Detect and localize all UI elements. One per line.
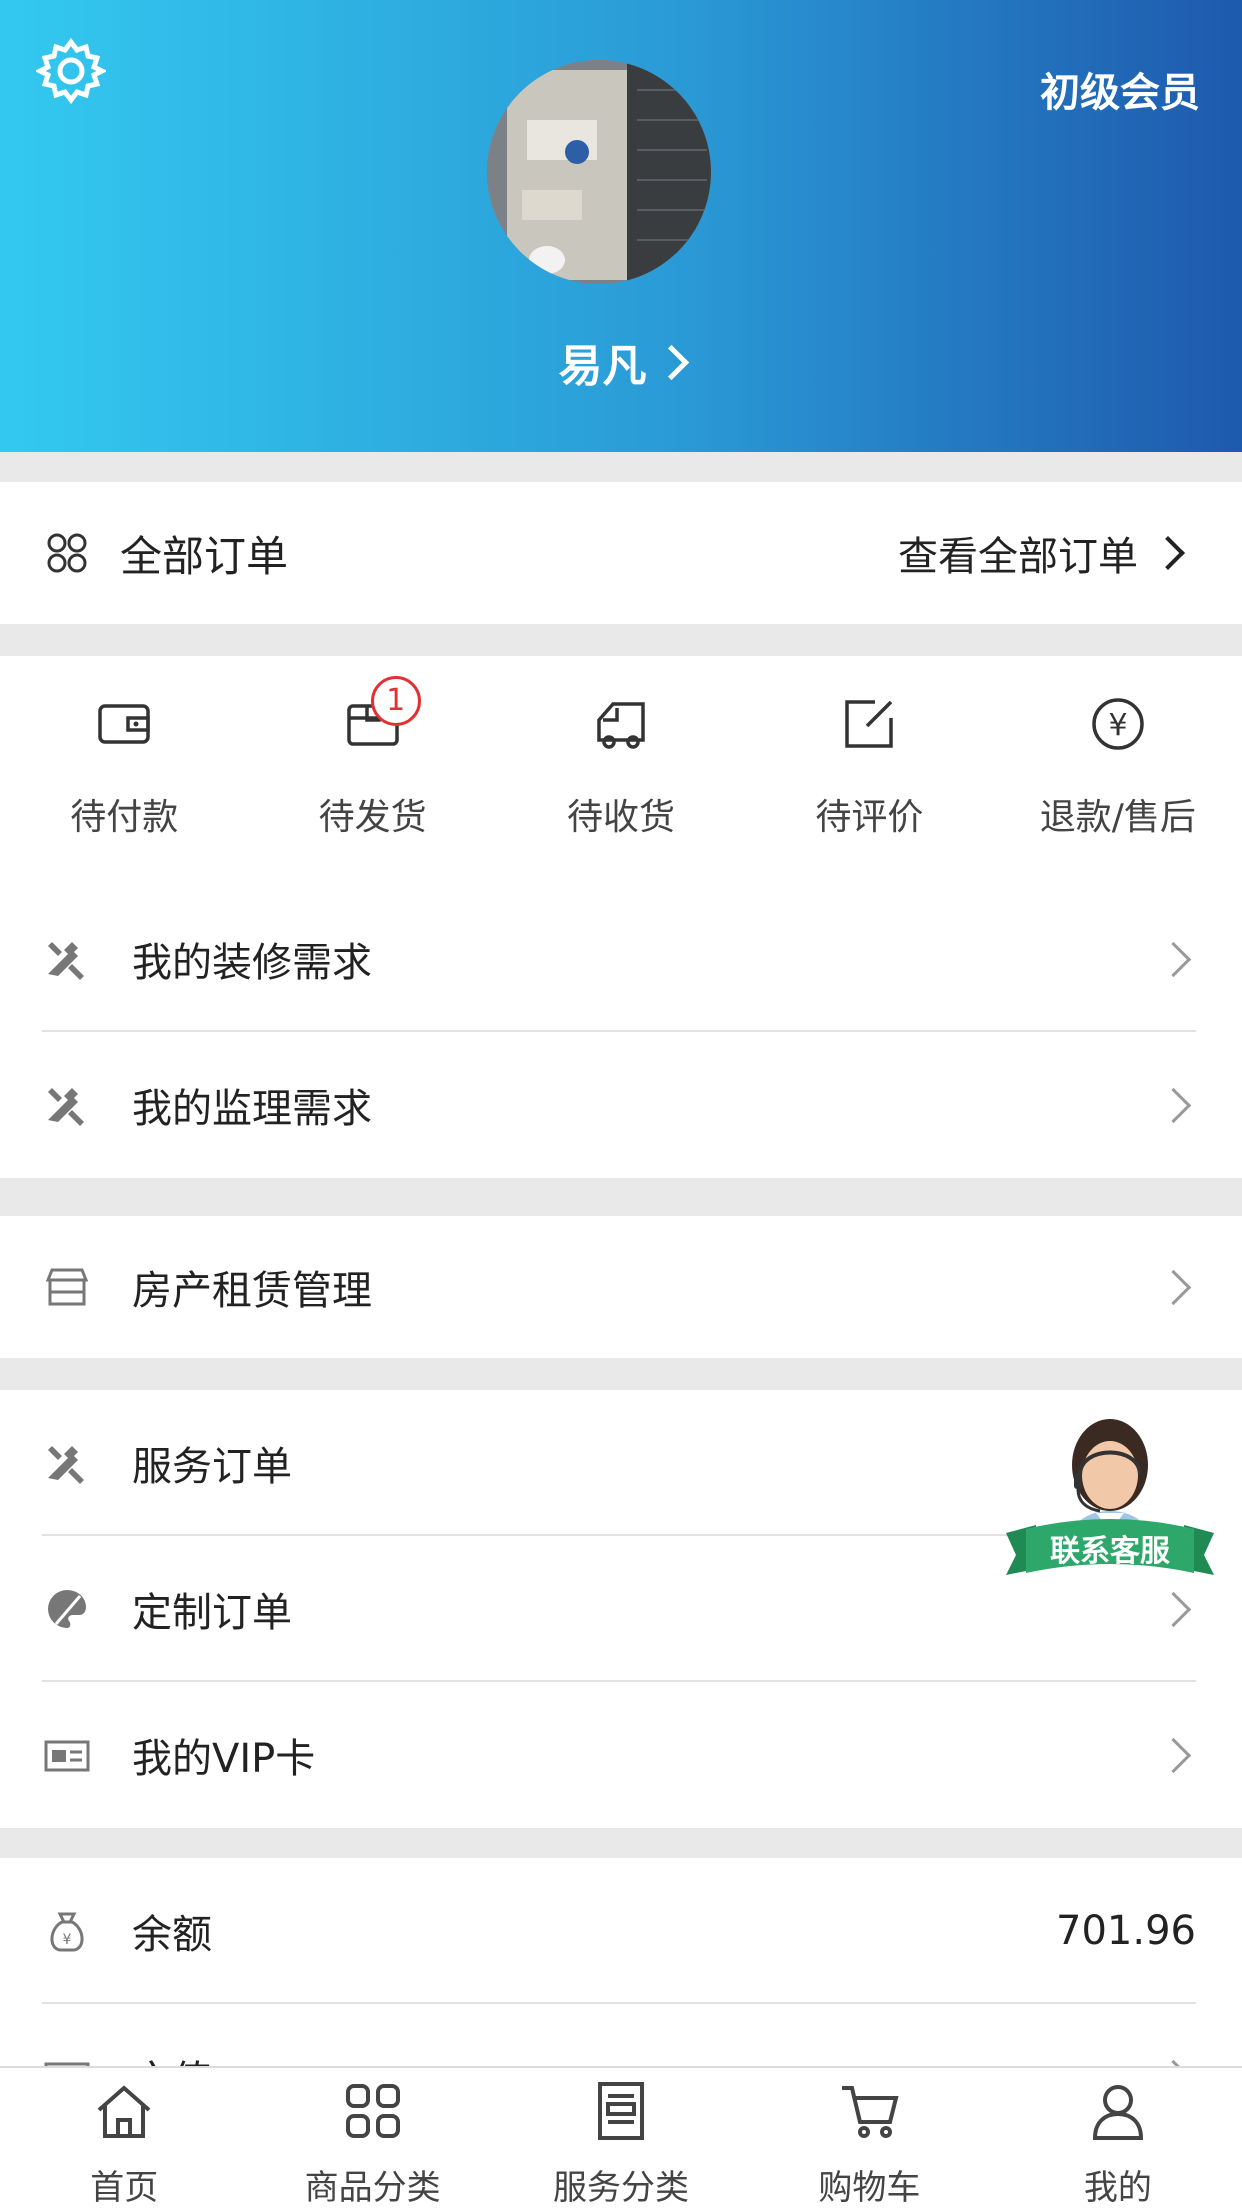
menu-item-label: 定制订单 [132,1590,292,1636]
menu-item-supervision-demand[interactable]: 我的监理需求 [0,1032,1242,1178]
chevron-right-icon [1151,536,1185,570]
user-icon [1092,2085,1143,2140]
menu-item-label: 服务订单 [132,1444,292,1490]
tools-icon [48,1446,84,1484]
tab-product-categories[interactable]: 商品分类 [248,2068,496,2210]
yen-icon: ¥ [1092,698,1144,750]
edit-icon [845,700,894,748]
status-pending-payment[interactable]: 待付款 [0,656,248,886]
menu-item-label: 充值 [132,2048,212,2068]
member-level-label[interactable]: 初级会员 [1040,60,1200,118]
menu-item-label: 房产租赁管理 [132,1268,372,1314]
tools-icon [48,1088,84,1126]
document-icon [598,2082,645,2140]
balance-value: 701.96 [1056,1908,1196,1954]
status-refund-aftersales[interactable]: ¥ 退款/售后 [994,656,1242,886]
tab-cart[interactable]: 购物车 [745,2068,993,2210]
tab-mine[interactable]: 我的 [994,2068,1242,2210]
order-status-row: 待付款 1 待发货 待收货 待评价 ¥ 退款/售后 [0,656,1242,886]
chevron-right-icon [653,344,689,381]
status-label: 待评价 [815,797,924,838]
status-label: 待发货 [318,797,427,838]
username-link[interactable]: 易凡 [0,330,1242,394]
truck-icon [597,702,645,749]
svg-text:¥: ¥ [63,1932,72,1948]
all-orders-title: 全部订单 [120,531,289,581]
customer-service-float-button[interactable]: 联系客服 [1000,1405,1220,1605]
wallet-panel: ¥ 余额 701.96 充值 [0,1858,1242,2068]
tab-label: 服务分类 [553,2168,690,2208]
customer-service-label: 联系客服 [1050,1534,1171,1569]
tab-label: 我的 [1083,2168,1152,2208]
bottom-tab-bar: 首页 商品分类 服务分类 购物车 我的 [0,2066,1242,2210]
orders-grid-icon [47,533,87,573]
tab-home[interactable]: 首页 [0,2068,248,2210]
tab-label: 首页 [90,2168,159,2208]
all-orders-row[interactable]: 全部订单 查看全部订单 [0,482,1242,624]
status-pending-shipment[interactable]: 1 待发货 [248,656,496,886]
menu-item-label: 我的装修需求 [132,940,372,986]
balance-row[interactable]: ¥ 余额 701.96 [0,1858,1242,2004]
cart-icon [842,2086,899,2138]
tab-label: 商品分类 [304,2168,441,2208]
storefront-icon [45,1268,89,1306]
menu-item-renovation-demand[interactable]: 我的装修需求 [0,886,1242,1032]
all-orders-panel: 全部订单 查看全部订单 [0,482,1242,624]
avatar-image [487,60,711,284]
order-status-panel: 待付款 1 待发货 待收货 待评价 ¥ 退款/售后 我的装修需求 我的监理需求 [0,656,1242,1178]
chevron-right-icon [1155,941,1192,977]
status-label: 待付款 [70,797,179,838]
notification-badge: 1 [370,676,421,726]
menu-item-label: 我的监理需求 [132,1086,372,1132]
menu-item-label: 我的VIP卡 [132,1736,316,1782]
grid-icon [345,2084,400,2138]
status-label: 待收货 [567,797,676,838]
tab-label: 购物车 [818,2168,921,2208]
avatar[interactable] [487,60,711,284]
card-icon [44,1740,90,1772]
chevron-right-icon [1155,1087,1192,1123]
tools-icon [48,942,84,980]
wallet-icon [98,704,150,744]
status-pending-receipt[interactable]: 待收货 [497,656,745,886]
tab-service-categories[interactable]: 服务分类 [497,2068,745,2210]
username-text: 易凡 [558,341,647,392]
svg-text:¥: ¥ [1108,708,1127,743]
profile-header: 初级会员 易凡 [0,0,1242,452]
home-icon [97,2085,151,2138]
chevron-right-icon [1155,1737,1192,1773]
status-label: 退款/售后 [1039,797,1196,838]
view-all-orders-link[interactable]: 查看全部订单 [898,524,1138,582]
settings-gear-icon[interactable] [36,36,106,106]
palette-icon [48,1590,86,1628]
menu-item-property-rental[interactable]: 房产租赁管理 [0,1216,1242,1358]
property-panel: 房产租赁管理 [0,1216,1242,1358]
recharge-row[interactable]: 充值 [0,2004,1242,2068]
money-bag-icon: ¥ [50,1912,84,1952]
status-pending-review[interactable]: 待评价 [745,656,993,886]
menu-item-vip-card[interactable]: 我的VIP卡 [0,1682,1242,1828]
chevron-right-icon [1155,1269,1192,1305]
balance-label: 余额 [132,1912,212,1958]
